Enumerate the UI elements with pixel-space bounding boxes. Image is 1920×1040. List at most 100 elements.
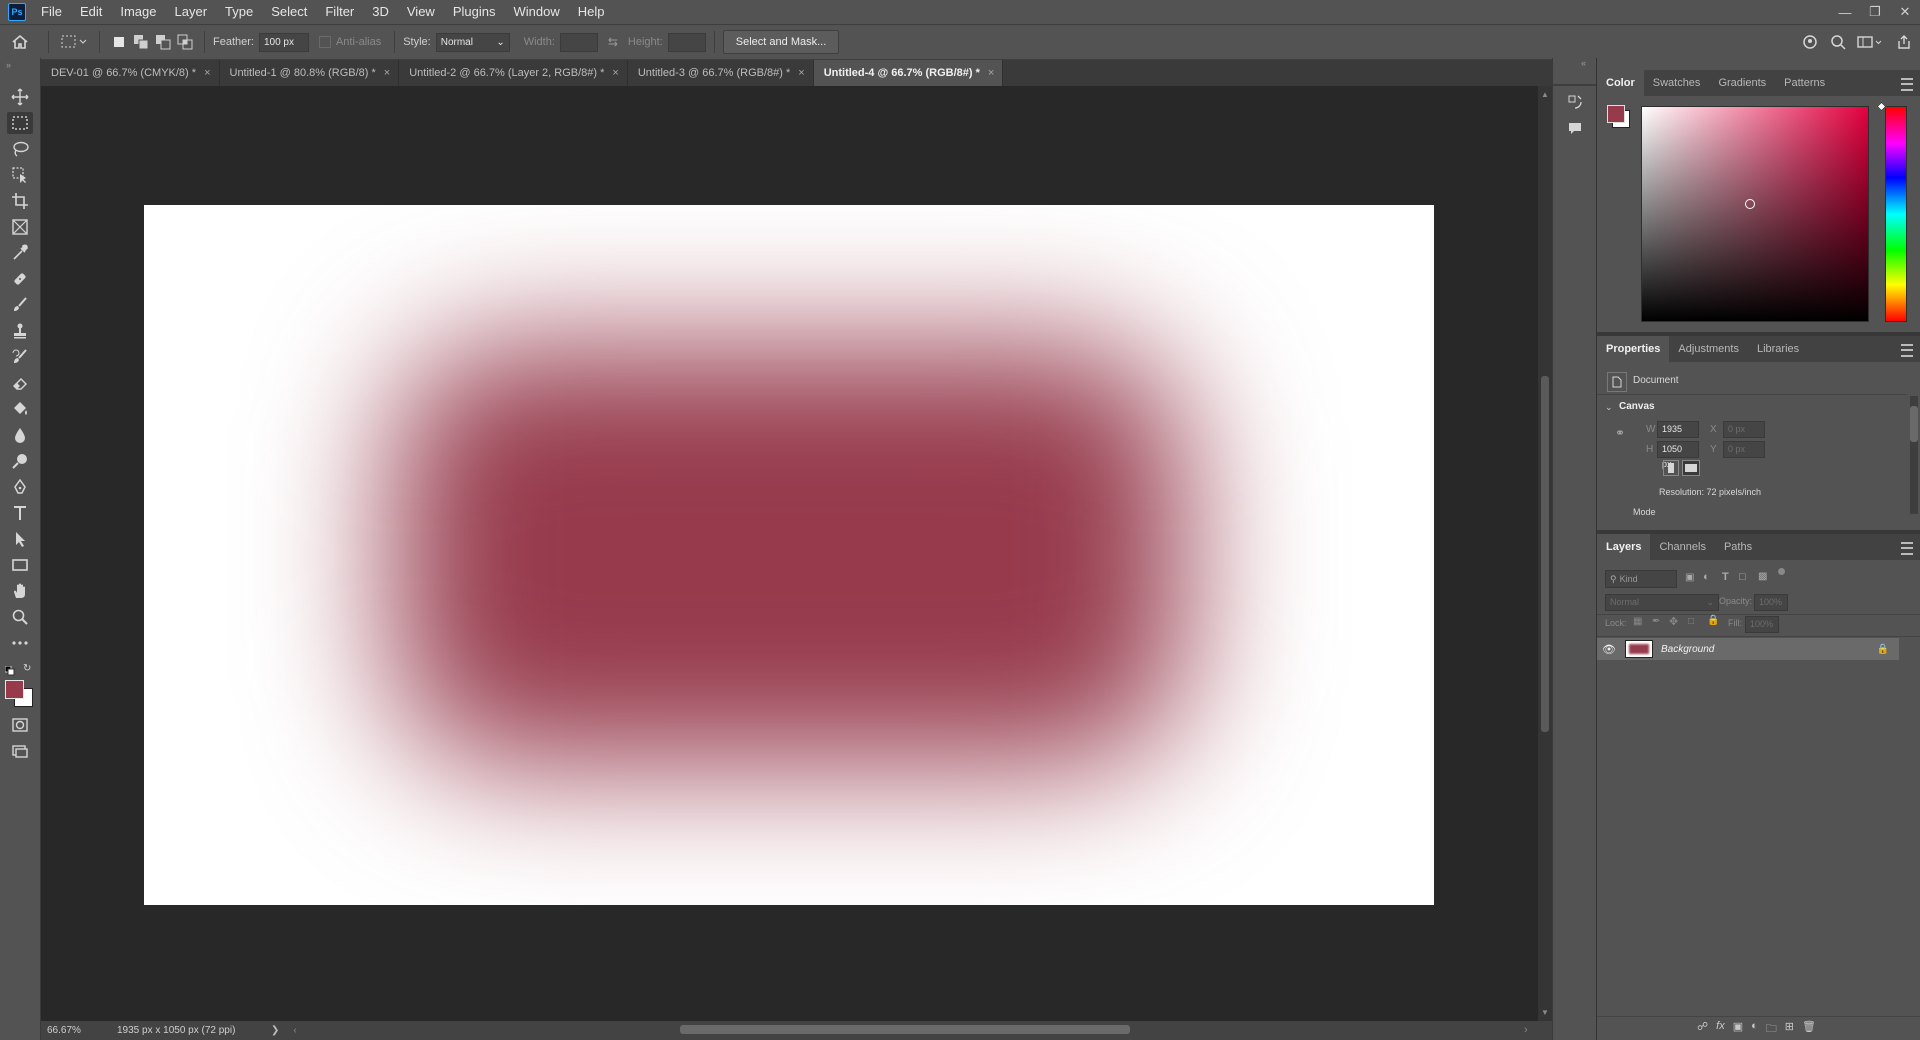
opacity-input[interactable]: 100%: [1754, 594, 1788, 611]
tab-dev-01[interactable]: DEV-01 @ 66.7% (CMYK/8) * ×: [41, 60, 220, 86]
eye-icon[interactable]: 👁: [1597, 643, 1621, 656]
lock-artboard-icon[interactable]: □: [1688, 616, 1694, 627]
crop-tool-icon[interactable]: [7, 190, 33, 212]
intersect-selection-icon[interactable]: [177, 34, 193, 50]
link-dimensions-icon[interactable]: ⚭: [1615, 426, 1625, 440]
color-picker-field[interactable]: [1641, 106, 1869, 322]
close-tab-icon[interactable]: ×: [612, 67, 618, 79]
subtract-selection-icon[interactable]: [155, 34, 171, 50]
panel-menu-icon[interactable]: [1901, 542, 1913, 555]
feather-input[interactable]: 100 px: [258, 32, 309, 52]
zoom-tool-icon[interactable]: [7, 606, 33, 628]
menu-help[interactable]: Help: [569, 0, 614, 24]
canvas-x-input[interactable]: 0 px: [1723, 421, 1765, 438]
smart-object-filter-icon[interactable]: ▩: [1758, 571, 1767, 582]
swap-colors-icon[interactable]: ↻: [23, 663, 31, 674]
tab-untitled-1[interactable]: Untitled-1 @ 80.8% (RGB/8) * ×: [220, 60, 400, 86]
type-filter-icon[interactable]: T: [1722, 571, 1729, 583]
tab-untitled-3[interactable]: Untitled-3 @ 66.7% (RGB/8#) * ×: [628, 60, 814, 86]
restore-icon[interactable]: ❐: [1860, 0, 1890, 24]
tab-properties[interactable]: Properties: [1597, 336, 1670, 362]
width-input[interactable]: [559, 32, 598, 52]
eyedropper-tool-icon[interactable]: [7, 242, 33, 264]
panel-menu-icon[interactable]: [1901, 78, 1913, 91]
lock-position-icon[interactable]: ✥: [1669, 615, 1678, 628]
lock-transparent-icon[interactable]: ▦: [1633, 616, 1642, 627]
style-select[interactable]: Normal ⌄: [435, 32, 510, 52]
search-icon[interactable]: [1824, 34, 1852, 50]
path-selection-tool-icon[interactable]: [7, 528, 33, 550]
canvas-height-input[interactable]: 1050 px: [1657, 441, 1699, 469]
rectangle-tool-icon[interactable]: [7, 554, 33, 576]
menu-filter[interactable]: Filter: [316, 0, 363, 24]
hand-tool-icon[interactable]: [7, 580, 33, 602]
document-canvas[interactable]: [144, 205, 1434, 905]
blend-mode-select[interactable]: Normal ⌄: [1605, 594, 1719, 611]
canvas-width-input[interactable]: 1935 px: [1657, 421, 1699, 449]
adjustment-filter-icon[interactable]: ◐: [1703, 571, 1710, 583]
menu-plugins[interactable]: Plugins: [444, 0, 505, 24]
tab-adjustments[interactable]: Adjustments: [1669, 336, 1748, 362]
scroll-down-icon[interactable]: ▼: [1541, 1008, 1549, 1017]
tab-untitled-4[interactable]: Untitled-4 @ 66.7% (RGB/8#) * ×: [813, 60, 1004, 86]
tab-color[interactable]: Color: [1597, 70, 1644, 96]
status-menu-arrow[interactable]: ❯: [271, 1025, 279, 1036]
share-icon[interactable]: [1888, 34, 1920, 50]
chevron-down-icon[interactable]: ⌄: [1605, 402, 1613, 413]
tab-paths[interactable]: Paths: [1715, 534, 1761, 560]
blur-tool-icon[interactable]: [7, 424, 33, 446]
layer-filter-kind[interactable]: ⚲ Kind: [1605, 570, 1677, 588]
scroll-right-icon[interactable]: ›: [1524, 1024, 1528, 1036]
rectangular-marquee-tool-icon[interactable]: [7, 112, 33, 134]
new-group-icon[interactable]: 🗀: [1766, 1020, 1777, 1039]
tab-channels[interactable]: Channels: [1650, 534, 1714, 560]
history-brush-tool-icon[interactable]: [7, 346, 33, 368]
frame-tool-icon[interactable]: [7, 216, 33, 238]
height-input[interactable]: [667, 32, 706, 52]
workspace-icon[interactable]: [1852, 35, 1888, 49]
menu-view[interactable]: View: [398, 0, 444, 24]
home-icon[interactable]: [0, 34, 40, 50]
filter-toggle-icon[interactable]: [1778, 568, 1785, 575]
close-tab-icon[interactable]: ×: [384, 67, 390, 79]
fx-icon[interactable]: fx: [1716, 1020, 1725, 1039]
menu-window[interactable]: Window: [504, 0, 568, 24]
dodge-tool-icon[interactable]: [7, 450, 33, 472]
portrait-orientation-icon[interactable]: [1663, 460, 1679, 476]
brush-tool-icon[interactable]: [7, 294, 33, 316]
foreground-color-swatch[interactable]: [5, 680, 24, 699]
lock-all-icon[interactable]: 🔒: [1707, 615, 1719, 626]
quick-mask-icon[interactable]: [7, 714, 33, 736]
menu-select[interactable]: Select: [262, 0, 316, 24]
close-tab-icon[interactable]: ×: [204, 67, 210, 79]
healing-brush-tool-icon[interactable]: [7, 268, 33, 290]
menu-image[interactable]: Image: [111, 0, 165, 24]
pixel-filter-icon[interactable]: ▣: [1685, 572, 1694, 583]
paint-bucket-tool-icon[interactable]: [7, 398, 33, 420]
collapse-icon[interactable]: »: [6, 60, 11, 70]
close-window-icon[interactable]: ✕: [1890, 0, 1920, 24]
antialias-checkbox[interactable]: [318, 36, 331, 48]
marquee-preset-icon[interactable]: [57, 35, 91, 49]
shape-filter-icon[interactable]: □: [1739, 571, 1746, 583]
eraser-tool-icon[interactable]: [7, 372, 33, 394]
tab-untitled-2[interactable]: Untitled-2 @ 66.7% (Layer 2, RGB/8#) * ×: [399, 60, 628, 86]
new-selection-icon[interactable]: [111, 34, 127, 50]
add-mask-icon[interactable]: ▣: [1733, 1020, 1743, 1039]
tab-patterns[interactable]: Patterns: [1775, 70, 1834, 96]
close-tab-icon[interactable]: ×: [988, 67, 994, 79]
document-workspace[interactable]: [41, 86, 1538, 1021]
lasso-tool-icon[interactable]: [7, 138, 33, 160]
select-and-mask-button[interactable]: Select and Mask...: [722, 30, 840, 54]
menu-edit[interactable]: Edit: [71, 0, 111, 24]
canvas-y-input[interactable]: 0 px: [1723, 441, 1765, 458]
pen-tool-icon[interactable]: [7, 476, 33, 498]
properties-scrollbar[interactable]: [1910, 396, 1918, 514]
move-tool-icon[interactable]: [7, 86, 33, 108]
scroll-left-icon[interactable]: ‹: [293, 1025, 296, 1036]
horizontal-scroll-thumb[interactable]: [680, 1025, 1130, 1034]
default-colors-icon[interactable]: [4, 665, 15, 676]
vertical-scroll-thumb[interactable]: [1541, 376, 1549, 732]
screen-mode-icon[interactable]: [7, 740, 33, 762]
more-tools-icon[interactable]: [7, 632, 33, 654]
